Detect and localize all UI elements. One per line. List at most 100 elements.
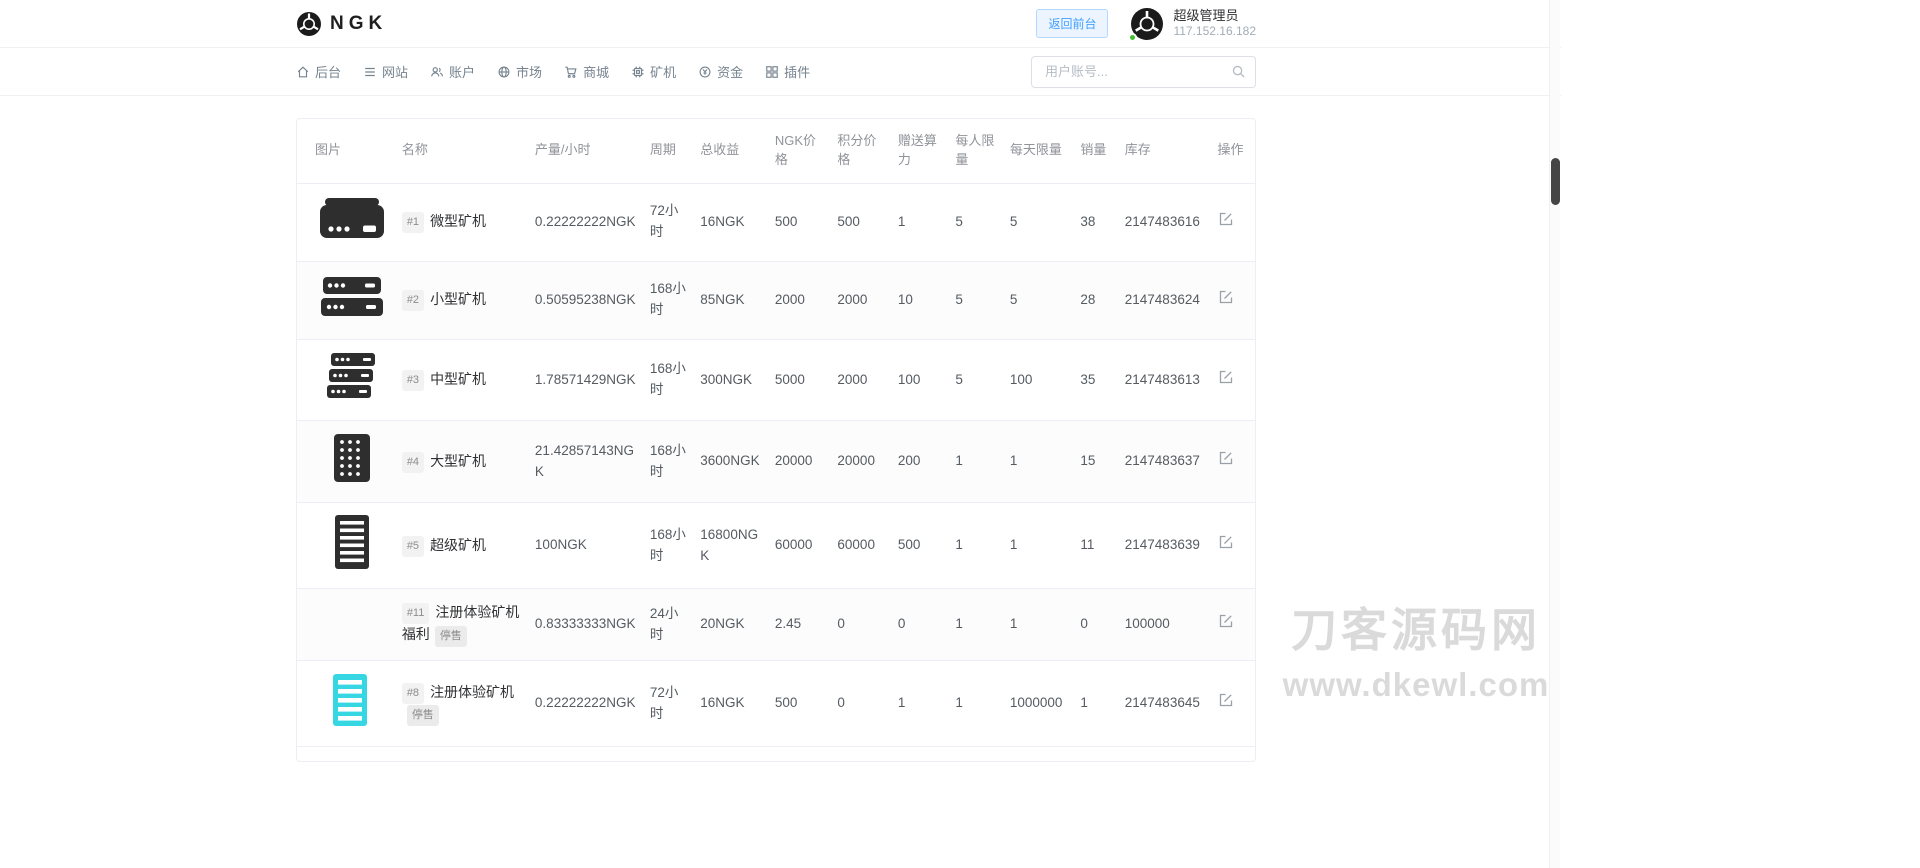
edit-button[interactable] <box>1218 692 1234 708</box>
edit-icon <box>1218 211 1234 227</box>
online-status-dot <box>1128 33 1137 42</box>
nav-item-miners[interactable]: 矿机 <box>631 62 676 81</box>
cell-name: #2 小型矿机 <box>396 261 529 339</box>
table-row: #5超级矿机 100NGK 168小时 16800NGK 60000 60000… <box>297 503 1255 589</box>
nav-item-accounts[interactable]: 账户 <box>430 62 475 81</box>
miner-table-card: 图片 名称 产量/小时 周期 总收益 NGK价格 积分价格 赠送算力 每人限量 … <box>296 118 1256 762</box>
cell-ngk-price: 20000 <box>769 421 832 503</box>
miner-id-badge: #11 <box>402 603 430 624</box>
cell-output: 100NGK <box>529 503 644 589</box>
cell-actions <box>1212 421 1255 503</box>
table-row: #3中型矿机 1.78571429NGK 168小时 300NGK 5000 2… <box>297 339 1255 421</box>
cell-cycle: 168小时 <box>644 339 694 421</box>
nav-label: 矿机 <box>650 62 676 81</box>
cell-actions <box>1212 183 1255 261</box>
table-row: #2小型矿机 0.50595238NGK 168小时 85NGK 2000 20… <box>297 261 1255 339</box>
brand-logo: NGK <box>296 11 387 37</box>
scrollbar-track[interactable] <box>1549 0 1560 868</box>
miner-name: 中型矿机 <box>430 371 486 387</box>
edit-icon <box>1218 613 1234 629</box>
main-nav: 后台 网站 账户 市场 商城 矿机 <box>0 48 1561 96</box>
ngk-emblem-icon <box>296 11 322 37</box>
col-cycle: 周期 <box>644 119 694 183</box>
back-to-front-button[interactable]: 返回前台 <box>1036 9 1108 38</box>
cell-bonus-power: 1 <box>892 183 949 261</box>
cell-sales: 35 <box>1074 339 1118 421</box>
users-icon <box>430 65 444 79</box>
nav-item-plugins[interactable]: 插件 <box>765 62 810 81</box>
cell-cycle: 168小时 <box>644 421 694 503</box>
search-icon[interactable] <box>1231 64 1246 79</box>
nav-item-website[interactable]: 网站 <box>363 62 408 81</box>
miner-id-badge: #5 <box>402 536 424 557</box>
stop-sale-badge: 停售 <box>407 705 439 726</box>
cell-point-price: 500 <box>831 183 892 261</box>
cell-cycle: 168小时 <box>644 503 694 589</box>
scrollbar-thumb[interactable] <box>1551 158 1560 205</box>
cell-output: 0.83333333NGK <box>529 589 644 661</box>
admin-account[interactable]: 超级管理员 117.152.16.182 <box>1130 7 1256 41</box>
cell-bonus-power: 0 <box>892 589 949 661</box>
avatar[interactable] <box>1130 7 1164 41</box>
cell-name: #4大型矿机 <box>396 421 529 503</box>
admin-app: NGK 返回前台 超级管理员 117.152.16.18 <box>0 0 1561 762</box>
cell-revenue: 3600NGK <box>694 421 769 503</box>
miner-cpu-icon <box>631 65 645 79</box>
miner-image <box>315 350 389 404</box>
edit-button[interactable] <box>1218 211 1234 227</box>
miner-image <box>315 194 389 244</box>
cell-day-limit: 1 <box>1004 421 1075 503</box>
miner-name: 小型矿机 <box>430 291 486 307</box>
cell-revenue: 20NGK <box>694 589 769 661</box>
miner-name: 超级矿机 <box>430 537 486 553</box>
col-bonus-power: 赠送算力 <box>892 119 949 183</box>
nav-label: 网站 <box>382 62 408 81</box>
cell-name: #8注册体验矿机停售 <box>396 661 529 747</box>
cell-cycle: 72小时 <box>644 183 694 261</box>
cell-person-limit: 1 <box>949 503 1003 589</box>
cell-day-limit: 100 <box>1004 339 1075 421</box>
col-sales: 销量 <box>1074 119 1118 183</box>
cell-person-limit: 5 <box>949 261 1003 339</box>
nav-item-market[interactable]: 市场 <box>497 62 542 81</box>
cell-point-price: 0 <box>831 661 892 747</box>
cell-image <box>297 589 396 661</box>
nav-item-backend[interactable]: 后台 <box>296 62 341 81</box>
cell-name: #1微型矿机 <box>396 183 529 261</box>
nav-label: 市场 <box>516 62 542 81</box>
miner-id-badge: #2 <box>402 290 424 311</box>
nav-label: 账户 <box>449 62 475 81</box>
miner-name: 微型矿机 <box>430 213 486 229</box>
cell-ngk-price: 500 <box>769 661 832 747</box>
miner-image <box>315 431 389 485</box>
edit-button[interactable] <box>1218 289 1234 305</box>
user-search-input[interactable] <box>1043 63 1231 80</box>
shop-cart-icon <box>564 65 578 79</box>
table-row: #4大型矿机 21.42857143NGK 168小时 3600NGK 2000… <box>297 421 1255 503</box>
edit-icon <box>1218 534 1234 550</box>
edit-button[interactable] <box>1218 369 1234 385</box>
cell-cycle: 168小时 <box>644 261 694 339</box>
cell-image <box>297 503 396 589</box>
cell-name: #11注册体验矿机福利停售 <box>396 589 529 661</box>
market-icon <box>497 65 511 79</box>
cell-person-limit: 5 <box>949 339 1003 421</box>
edit-button[interactable] <box>1218 534 1234 550</box>
cell-revenue: 16NGK <box>694 183 769 261</box>
edit-button[interactable] <box>1218 613 1234 629</box>
cell-sales: 38 <box>1074 183 1118 261</box>
col-name: 名称 <box>396 119 529 183</box>
user-search-box <box>1031 56 1256 88</box>
cell-image <box>297 421 396 503</box>
miner-id-badge: #8 <box>402 683 424 704</box>
edit-button[interactable] <box>1218 450 1234 466</box>
edit-icon <box>1218 692 1234 708</box>
nav-item-funds[interactable]: 资金 <box>698 62 743 81</box>
cell-output: 0.50595238NGK <box>529 261 644 339</box>
cell-point-price: 0 <box>831 589 892 661</box>
cell-revenue: 85NGK <box>694 261 769 339</box>
miner-image <box>315 272 389 322</box>
miner-id-badge: #4 <box>402 452 424 473</box>
nav-item-mall[interactable]: 商城 <box>564 62 609 81</box>
cell-sales: 0 <box>1074 589 1118 661</box>
